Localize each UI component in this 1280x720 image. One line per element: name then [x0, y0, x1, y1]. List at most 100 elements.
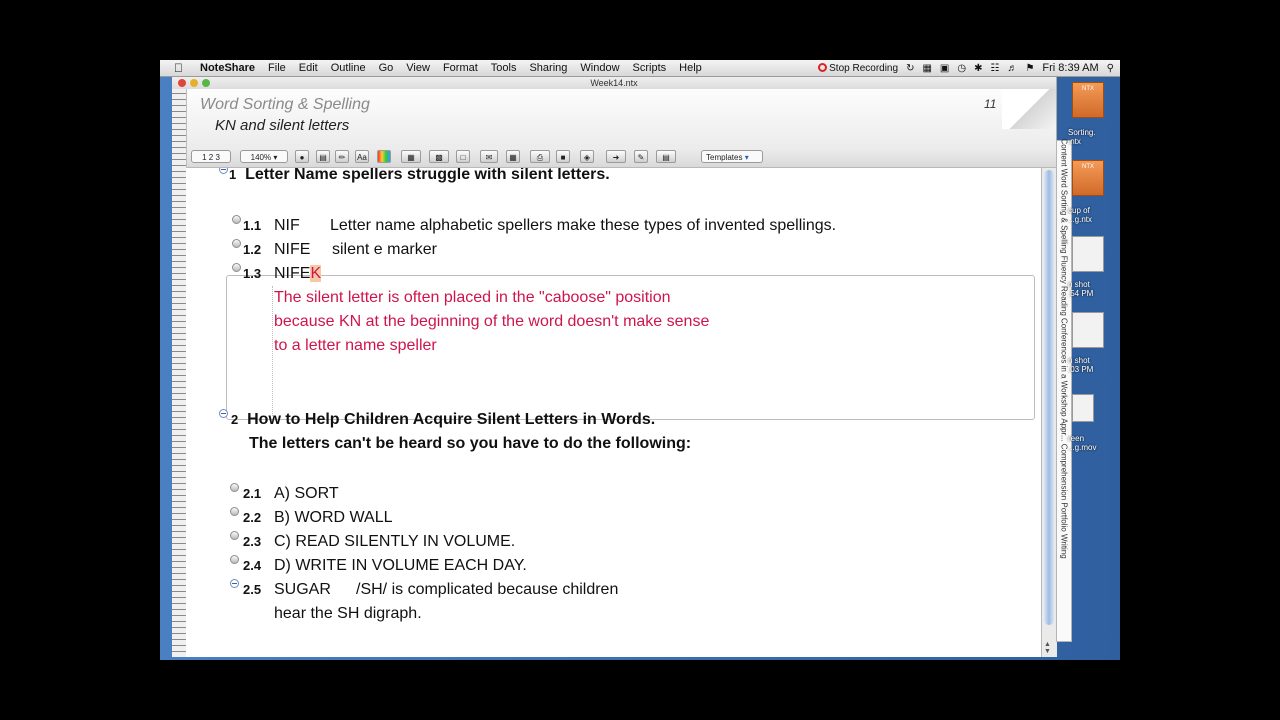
outline-toggle[interactable] [219, 409, 228, 418]
outline-text: Letter Name spellers struggle with silen… [245, 168, 610, 183]
sync-icon[interactable]: ↻ [906, 63, 914, 74]
outline-item-2-5-line2[interactable]: hear the SH digraph. [274, 605, 422, 623]
share-icon[interactable]: ◈ [580, 150, 594, 163]
color-palette-icon[interactable] [377, 150, 391, 163]
menu-help[interactable]: Help [679, 62, 702, 74]
note-line-3[interactable]: to a letter name speller [274, 337, 437, 355]
outline-level-buttons[interactable]: 1 2 3 [191, 150, 231, 163]
outline-bullet[interactable] [230, 531, 239, 540]
menu-window[interactable]: Window [580, 62, 619, 74]
zoom-select[interactable]: 140% ▾ [240, 150, 288, 163]
menu-tools[interactable]: Tools [491, 62, 517, 74]
display-icon[interactable]: ▣ [940, 63, 949, 74]
templates-select[interactable]: Templates ▾ [701, 150, 763, 163]
outline-editor[interactable]: 1 Letter Name spellers struggle with sil… [186, 168, 1041, 657]
time-machine-icon[interactable]: ◷ [957, 63, 966, 74]
menu-go[interactable]: Go [379, 62, 394, 74]
font-icon[interactable]: Aa [355, 150, 369, 163]
outline-item-2-1[interactable]: 2.1 A) SORT [243, 485, 339, 503]
close-button[interactable] [178, 79, 186, 87]
outline-bullet[interactable] [230, 555, 239, 564]
document-icon[interactable]: □ [456, 150, 470, 163]
wifi-icon[interactable]: ☷ [990, 63, 999, 74]
outline-bullet[interactable] [230, 507, 239, 516]
outline-item-2-line2[interactable]: The letters can't be heard so you have t… [249, 435, 691, 453]
spiral-binding [172, 89, 187, 657]
outline-number: 2.4 [243, 558, 262, 573]
screenshot-file-icon[interactable] [1072, 236, 1104, 272]
outline-text: silent e marker [332, 241, 437, 258]
export-icon[interactable]: ➜ [606, 150, 626, 163]
volume-icon[interactable]: ♬ [1007, 63, 1017, 74]
outline-text: Letter name alphabetic spellers make the… [330, 217, 837, 234]
outline-toggle[interactable] [230, 579, 239, 588]
spaces-icon[interactable]: ▦ [922, 63, 931, 74]
desktop-label[interactable]: n shot .54 PM [1068, 280, 1093, 298]
desktop-file-icon[interactable]: NTX [1072, 82, 1104, 118]
desktop-label[interactable]: Sorting. .ntx [1068, 128, 1096, 146]
outline-item-1[interactable]: 1 Letter Name spellers struggle with sil… [229, 168, 610, 184]
zoom-button[interactable] [202, 79, 210, 87]
print-icon[interactable]: ⎙ [530, 150, 550, 163]
selected-text[interactable]: K [310, 265, 322, 282]
outline-word: NIFE [274, 265, 311, 282]
menu-edit[interactable]: Edit [299, 62, 318, 74]
spotlight-icon[interactable]: ⚲ [1107, 63, 1114, 74]
table-icon[interactable]: ▦ [401, 150, 421, 163]
media-icon[interactable]: ▩ [429, 150, 449, 163]
page-title[interactable]: KN and silent letters [215, 117, 349, 134]
bluetooth-icon[interactable]: ✱ [974, 63, 982, 74]
outline-word: NIF [274, 217, 300, 234]
pencil-icon[interactable]: ✏ [335, 150, 349, 163]
desktop-label[interactable]: n shot .03 PM [1068, 356, 1093, 374]
outline-bullet[interactable] [230, 483, 239, 492]
outline-item-2-5[interactable]: 2.5 SUGAR/SH/ is complicated because chil… [243, 581, 618, 599]
note-line-1[interactable]: The silent letter is often placed in the… [274, 289, 670, 307]
outline-bullet[interactable] [232, 215, 241, 224]
outline-item-1-2[interactable]: 1.2 NIFE silent e marker [243, 241, 437, 259]
minimize-button[interactable] [190, 79, 198, 87]
vertical-scrollbar[interactable]: ▲ ▼ [1041, 168, 1057, 657]
menu-format[interactable]: Format [443, 62, 478, 74]
apple-menu-icon[interactable]:  [174, 61, 188, 75]
outline-item-2[interactable]: 2 How to Help Children Acquire Silent Le… [231, 411, 655, 429]
menu-file[interactable]: File [268, 62, 286, 74]
outline-item-2-4[interactable]: 2.4 D) WRITE IN VOLUME EACH DAY. [243, 557, 527, 575]
stop-recording-button[interactable]: Stop Recording [818, 62, 898, 74]
note-icon[interactable]: ✎ [634, 150, 648, 163]
menu-scripts[interactable]: Scripts [633, 62, 667, 74]
printer-small-icon[interactable]: ▤ [316, 150, 330, 163]
movie-file-icon[interactable] [1072, 394, 1094, 422]
desktop-file-icon[interactable]: NTX [1072, 160, 1104, 196]
mail-icon[interactable]: ✉ [480, 150, 498, 163]
clock[interactable]: Fri 8:39 AM [1042, 62, 1098, 74]
note-line-2[interactable]: because KN at the beginning of the word … [274, 313, 709, 331]
outline-item-1-1[interactable]: 1.1 NIF Letter name alphabetic spellers ma… [243, 217, 836, 235]
outline-bullet[interactable] [232, 263, 241, 272]
outline-toggle[interactable] [219, 168, 228, 174]
menu-outline[interactable]: Outline [331, 62, 366, 74]
templates-label: Templates [706, 153, 743, 162]
lightbulb-icon[interactable]: ● [295, 150, 309, 163]
menu-view[interactable]: View [406, 62, 430, 74]
page-curl[interactable] [1002, 89, 1056, 129]
desktop-label[interactable]: cup of ...g.ntx [1068, 206, 1092, 224]
outline-number: 1 [229, 168, 237, 182]
calendar-icon[interactable]: ▦ [506, 150, 520, 163]
outline-item-2-2[interactable]: 2.2 B) WORD WALL [243, 509, 393, 527]
outline-bullet[interactable] [232, 239, 241, 248]
menu-sharing[interactable]: Sharing [529, 62, 567, 74]
record-icon [818, 62, 828, 72]
pdf-icon[interactable]: ■ [556, 150, 570, 163]
section-title[interactable]: Word Sorting & Spelling [200, 96, 370, 114]
desktop-label[interactable]: reen ...g.mov [1068, 434, 1096, 452]
flag-icon[interactable]: ⚑ [1025, 63, 1034, 74]
outline-number: 2.1 [243, 486, 262, 501]
screenshot-file-icon[interactable] [1072, 312, 1104, 348]
outline-item-2-3[interactable]: 2.3 C) READ SILENTLY IN VOLUME. [243, 533, 515, 551]
menu-app-name[interactable]: NoteShare [200, 62, 255, 74]
scroll-arrows-icon[interactable]: ▲ ▼ [1044, 641, 1051, 655]
attachment-icon[interactable]: ▤ [656, 150, 676, 163]
outline-item-1-3[interactable]: 1.3 NIFEK [243, 265, 322, 283]
scroll-thumb[interactable] [1044, 170, 1054, 625]
